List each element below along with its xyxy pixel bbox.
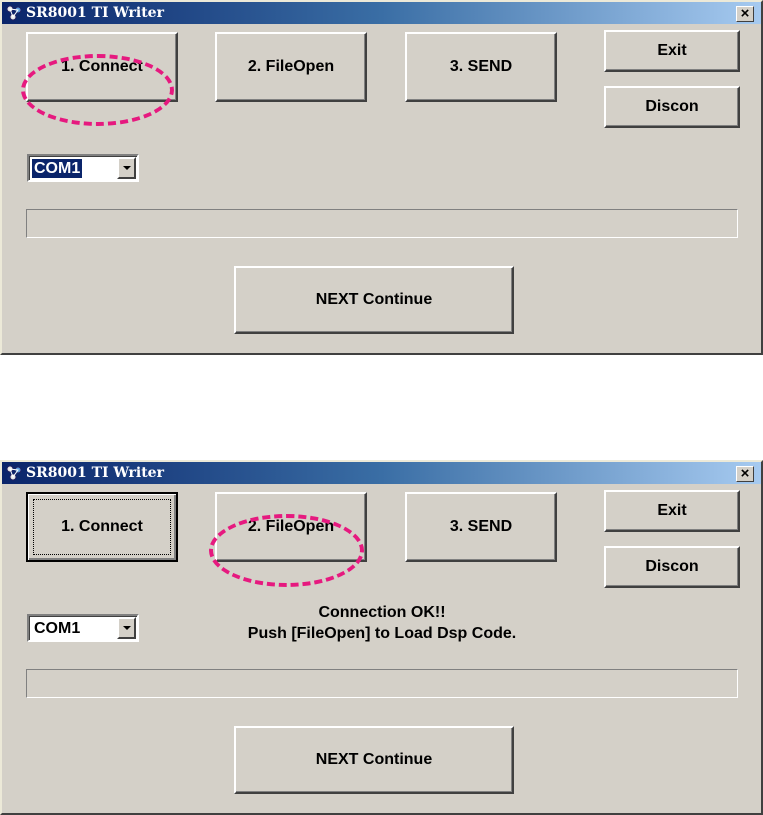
file-open-button-label: 2. FileOpen	[247, 518, 335, 535]
dropdown-arrow-icon[interactable]	[117, 157, 136, 179]
file-open-button[interactable]: 2. FileOpen	[215, 492, 367, 562]
connect-button-label: 1. Connect	[61, 58, 143, 75]
connect-button[interactable]: 1. Connect	[26, 492, 178, 562]
disconnect-button[interactable]: Discon	[604, 546, 740, 588]
window-title: SR8001 TI Writer	[26, 465, 164, 481]
close-icon[interactable]: ×	[736, 6, 754, 22]
send-button-label: 3. SEND	[449, 518, 513, 535]
progress-bar	[26, 669, 738, 698]
disconnect-button-label: Discon	[645, 98, 699, 115]
com-port-select[interactable]: COM1	[27, 154, 139, 182]
com-port-select[interactable]: COM1	[27, 614, 139, 642]
app-icon	[6, 5, 22, 21]
com-port-value: COM1	[34, 620, 81, 637]
next-continue-button-label: NEXT Continue	[315, 751, 433, 768]
focus-rectangle	[33, 499, 171, 555]
exit-button[interactable]: Exit	[604, 30, 740, 72]
file-open-button[interactable]: 2. FileOpen	[215, 32, 367, 102]
status-line-instruction: Push [FileOpen] to Load Dsp Code.	[247, 625, 517, 642]
exit-button[interactable]: Exit	[604, 490, 740, 532]
close-icon[interactable]: ×	[736, 466, 754, 482]
send-button-label: 3. SEND	[449, 58, 513, 75]
app-icon	[6, 465, 22, 481]
window-step-connect: SR8001 TI Writer × 1. Connect 2. FileOpe…	[0, 0, 763, 355]
title-bar[interactable]: SR8001 TI Writer ×	[2, 2, 761, 24]
progress-bar	[26, 209, 738, 238]
title-bar[interactable]: SR8001 TI Writer ×	[2, 462, 761, 484]
status-line-connection: Connection OK!!	[318, 604, 446, 621]
status-message: Connection OK!! Push [FileOpen] to Load …	[192, 602, 572, 644]
disconnect-button[interactable]: Discon	[604, 86, 740, 128]
exit-button-label: Exit	[657, 502, 687, 519]
next-continue-button[interactable]: NEXT Continue	[234, 266, 514, 334]
com-port-value: COM1	[32, 159, 83, 178]
dropdown-arrow-icon[interactable]	[117, 617, 136, 639]
next-continue-button-label: NEXT Continue	[315, 291, 433, 308]
disconnect-button-label: Discon	[645, 558, 699, 575]
window-title: SR8001 TI Writer	[26, 5, 164, 21]
exit-button-label: Exit	[657, 42, 687, 59]
file-open-button-label: 2. FileOpen	[247, 58, 335, 75]
connect-button[interactable]: 1. Connect	[26, 32, 178, 102]
send-button[interactable]: 3. SEND	[405, 492, 557, 562]
window-step-file-open: SR8001 TI Writer × 1. Connect 2. FileOpe…	[0, 460, 763, 815]
next-continue-button[interactable]: NEXT Continue	[234, 726, 514, 794]
send-button[interactable]: 3. SEND	[405, 32, 557, 102]
